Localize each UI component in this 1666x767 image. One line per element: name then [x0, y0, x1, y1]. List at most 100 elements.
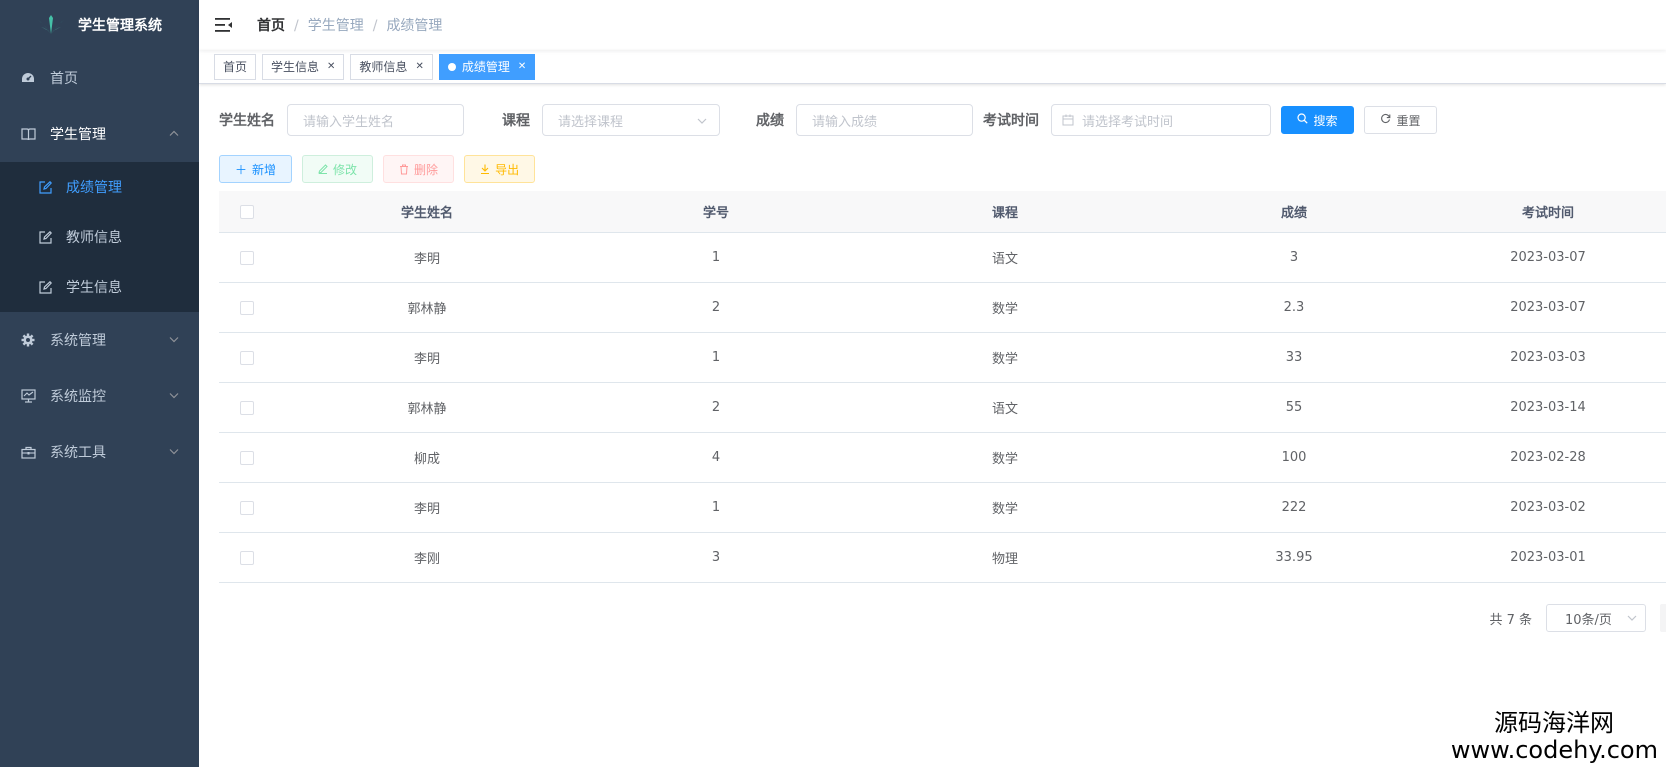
cell-score: 100 — [1281, 450, 1307, 465]
sidebar-item-label: 学生信息 — [66, 280, 122, 296]
row-checkbox[interactable] — [240, 450, 254, 465]
header-course[interactable]: 课程 — [853, 202, 1157, 221]
row-checkbox[interactable] — [240, 500, 254, 515]
close-icon[interactable]: ✕ — [415, 61, 423, 72]
select-all-checkbox[interactable] — [240, 204, 254, 219]
action-toolbar: ＋ 新增 修改 删除 导出 — [219, 155, 1666, 183]
logo-icon — [38, 15, 64, 34]
table-body: 李明 1 语文 3 2023-03-07 郭林静 2 数学 2.3 2023-03-07 李明 1 数学… — [219, 233, 1666, 583]
breadcrumb-separator: / — [294, 18, 299, 34]
cell-course: 数学 — [991, 352, 1018, 367]
sidebar-item-student-info[interactable]: 学生信息 — [0, 262, 199, 312]
table-row[interactable]: 柳成 4 数学 100 2023-02-28 — [219, 433, 1666, 483]
exam-time-label: 考试时间 — [983, 113, 1039, 129]
sidebar-item-label: 成绩管理 — [66, 180, 122, 196]
tag-home[interactable]: 首页 — [214, 53, 257, 80]
page-size-select[interactable]: 10条/页 — [1546, 604, 1646, 632]
chevron-down-icon — [169, 335, 179, 346]
tag-label: 教师信息 — [359, 60, 408, 74]
navbar: 首页 / 学生管理 / 成绩管理 — [199, 0, 1666, 50]
pagination: 共 7 条 10条/页 — [219, 604, 1666, 632]
breadcrumb-current: 成绩管理 — [386, 18, 443, 34]
calendar-icon — [1062, 114, 1074, 126]
exam-time-picker[interactable]: 请选择考试时间 — [1051, 104, 1271, 136]
sidebar-item-label: 教师信息 — [66, 230, 122, 246]
menu-fold-icon[interactable] — [215, 17, 233, 33]
header-student-id[interactable]: 学号 — [579, 202, 853, 221]
edit-icon — [318, 164, 328, 174]
search-button-label: 搜索 — [1313, 113, 1338, 128]
table-row[interactable]: 李明 1 数学 33 2023-03-03 — [219, 333, 1666, 383]
header-student-name[interactable]: 学生姓名 — [275, 202, 579, 221]
sidebar: 学生管理系统 首页 学生管理 成绩管理 教师信息 学生信息 系统管理 系统监控 … — [0, 0, 199, 767]
tag-label: 学生信息 — [271, 60, 320, 74]
breadcrumb: 首页 / 学生管理 / 成绩管理 — [257, 15, 442, 35]
prev-page-button[interactable] — [1660, 604, 1666, 632]
table-row[interactable]: 郭林静 2 数学 2.3 2023-03-07 — [219, 283, 1666, 333]
cell-student-name: 郭林静 — [407, 302, 447, 317]
plus-icon: ＋ — [235, 162, 248, 177]
close-icon[interactable]: ✕ — [327, 61, 335, 72]
sidebar-item-teacher-info[interactable]: 教师信息 — [0, 212, 199, 262]
tag-teacher-info[interactable]: 教师信息 ✕ — [350, 53, 433, 80]
table-row[interactable]: 郭林静 2 语文 55 2023-03-14 — [219, 383, 1666, 433]
edit-button-label: 修改 — [333, 162, 358, 177]
delete-button[interactable]: 删除 — [383, 155, 455, 183]
header-exam-time[interactable]: 考试时间 — [1431, 202, 1665, 221]
cell-student-name: 郭林静 — [407, 402, 447, 417]
cell-student-id: 1 — [711, 350, 721, 365]
row-checkbox[interactable] — [240, 550, 254, 565]
table-row[interactable]: 李明 1 语文 3 2023-03-07 — [219, 233, 1666, 283]
close-icon[interactable]: ✕ — [518, 61, 526, 72]
sidebar-item-student-mgmt[interactable]: 学生管理 — [0, 106, 199, 162]
logo[interactable]: 学生管理系统 — [0, 0, 199, 50]
row-checkbox[interactable] — [240, 250, 254, 265]
sidebar-item-label: 系统监控 — [50, 389, 106, 405]
sidebar-item-system-mgmt[interactable]: 系统管理 — [0, 312, 199, 368]
refresh-icon — [1380, 113, 1391, 127]
watermark-line1: 源码海洋网 — [1494, 709, 1614, 737]
student-name-input[interactable]: 请输入学生姓名 — [287, 104, 464, 136]
cell-exam-time: 2023-03-14 — [1510, 400, 1586, 415]
sidebar-item-home[interactable]: 首页 — [0, 50, 199, 106]
main-content: 学生姓名 请输入学生姓名 课程 请选择课程 成绩 请输入成绩 考试时间 请选择考… — [219, 84, 1666, 632]
breadcrumb-home[interactable]: 首页 — [257, 18, 285, 34]
cell-course: 数学 — [991, 302, 1018, 317]
tag-grades[interactable]: 成绩管理 ✕ — [438, 53, 536, 80]
reset-button[interactable]: 重置 — [1364, 106, 1437, 134]
row-checkbox[interactable] — [240, 400, 254, 415]
sidebar-item-label: 学生管理 — [50, 127, 106, 143]
breadcrumb-separator: / — [372, 18, 378, 34]
edit-button[interactable]: 修改 — [302, 155, 374, 183]
score-input[interactable]: 请输入成绩 — [796, 104, 973, 136]
table-row[interactable]: 李刚 3 物理 33.95 2023-03-01 — [219, 533, 1666, 583]
cell-course: 数学 — [991, 502, 1018, 517]
search-button[interactable]: 搜索 — [1281, 106, 1354, 134]
search-icon — [1297, 113, 1309, 127]
sidebar-item-system-monitor[interactable]: 系统监控 — [0, 368, 199, 424]
table-row[interactable]: 李明 1 数学 222 2023-03-02 — [219, 483, 1666, 533]
row-checkbox[interactable] — [240, 350, 254, 365]
chevron-down-icon — [1627, 613, 1637, 624]
sidebar-item-label: 系统管理 — [50, 333, 106, 349]
add-button[interactable]: ＋ 新增 — [219, 155, 293, 183]
cell-student-id: 1 — [711, 250, 721, 265]
cell-score: 2.3 — [1283, 300, 1305, 315]
sidebar-item-grades[interactable]: 成绩管理 — [0, 162, 199, 212]
tag-student-info[interactable]: 学生信息 ✕ — [262, 53, 345, 80]
cell-score: 33 — [1285, 350, 1303, 365]
course-select[interactable]: 请选择课程 — [542, 104, 720, 136]
cell-student-name: 柳成 — [413, 452, 440, 467]
cell-student-id: 1 — [711, 500, 721, 515]
export-button[interactable]: 导出 — [464, 155, 536, 183]
score-placeholder: 请输入成绩 — [812, 114, 878, 130]
sidebar-item-system-tools[interactable]: 系统工具 — [0, 424, 199, 480]
trash-icon — [399, 164, 409, 175]
book-icon — [20, 126, 36, 142]
cell-exam-time: 2023-03-02 — [1510, 500, 1586, 515]
cell-exam-time: 2023-02-28 — [1510, 450, 1586, 465]
header-score[interactable]: 成绩 — [1157, 202, 1431, 221]
row-checkbox[interactable] — [240, 300, 254, 315]
student-name-placeholder: 请输入学生姓名 — [303, 114, 395, 130]
cell-student-name: 李明 — [413, 502, 440, 517]
